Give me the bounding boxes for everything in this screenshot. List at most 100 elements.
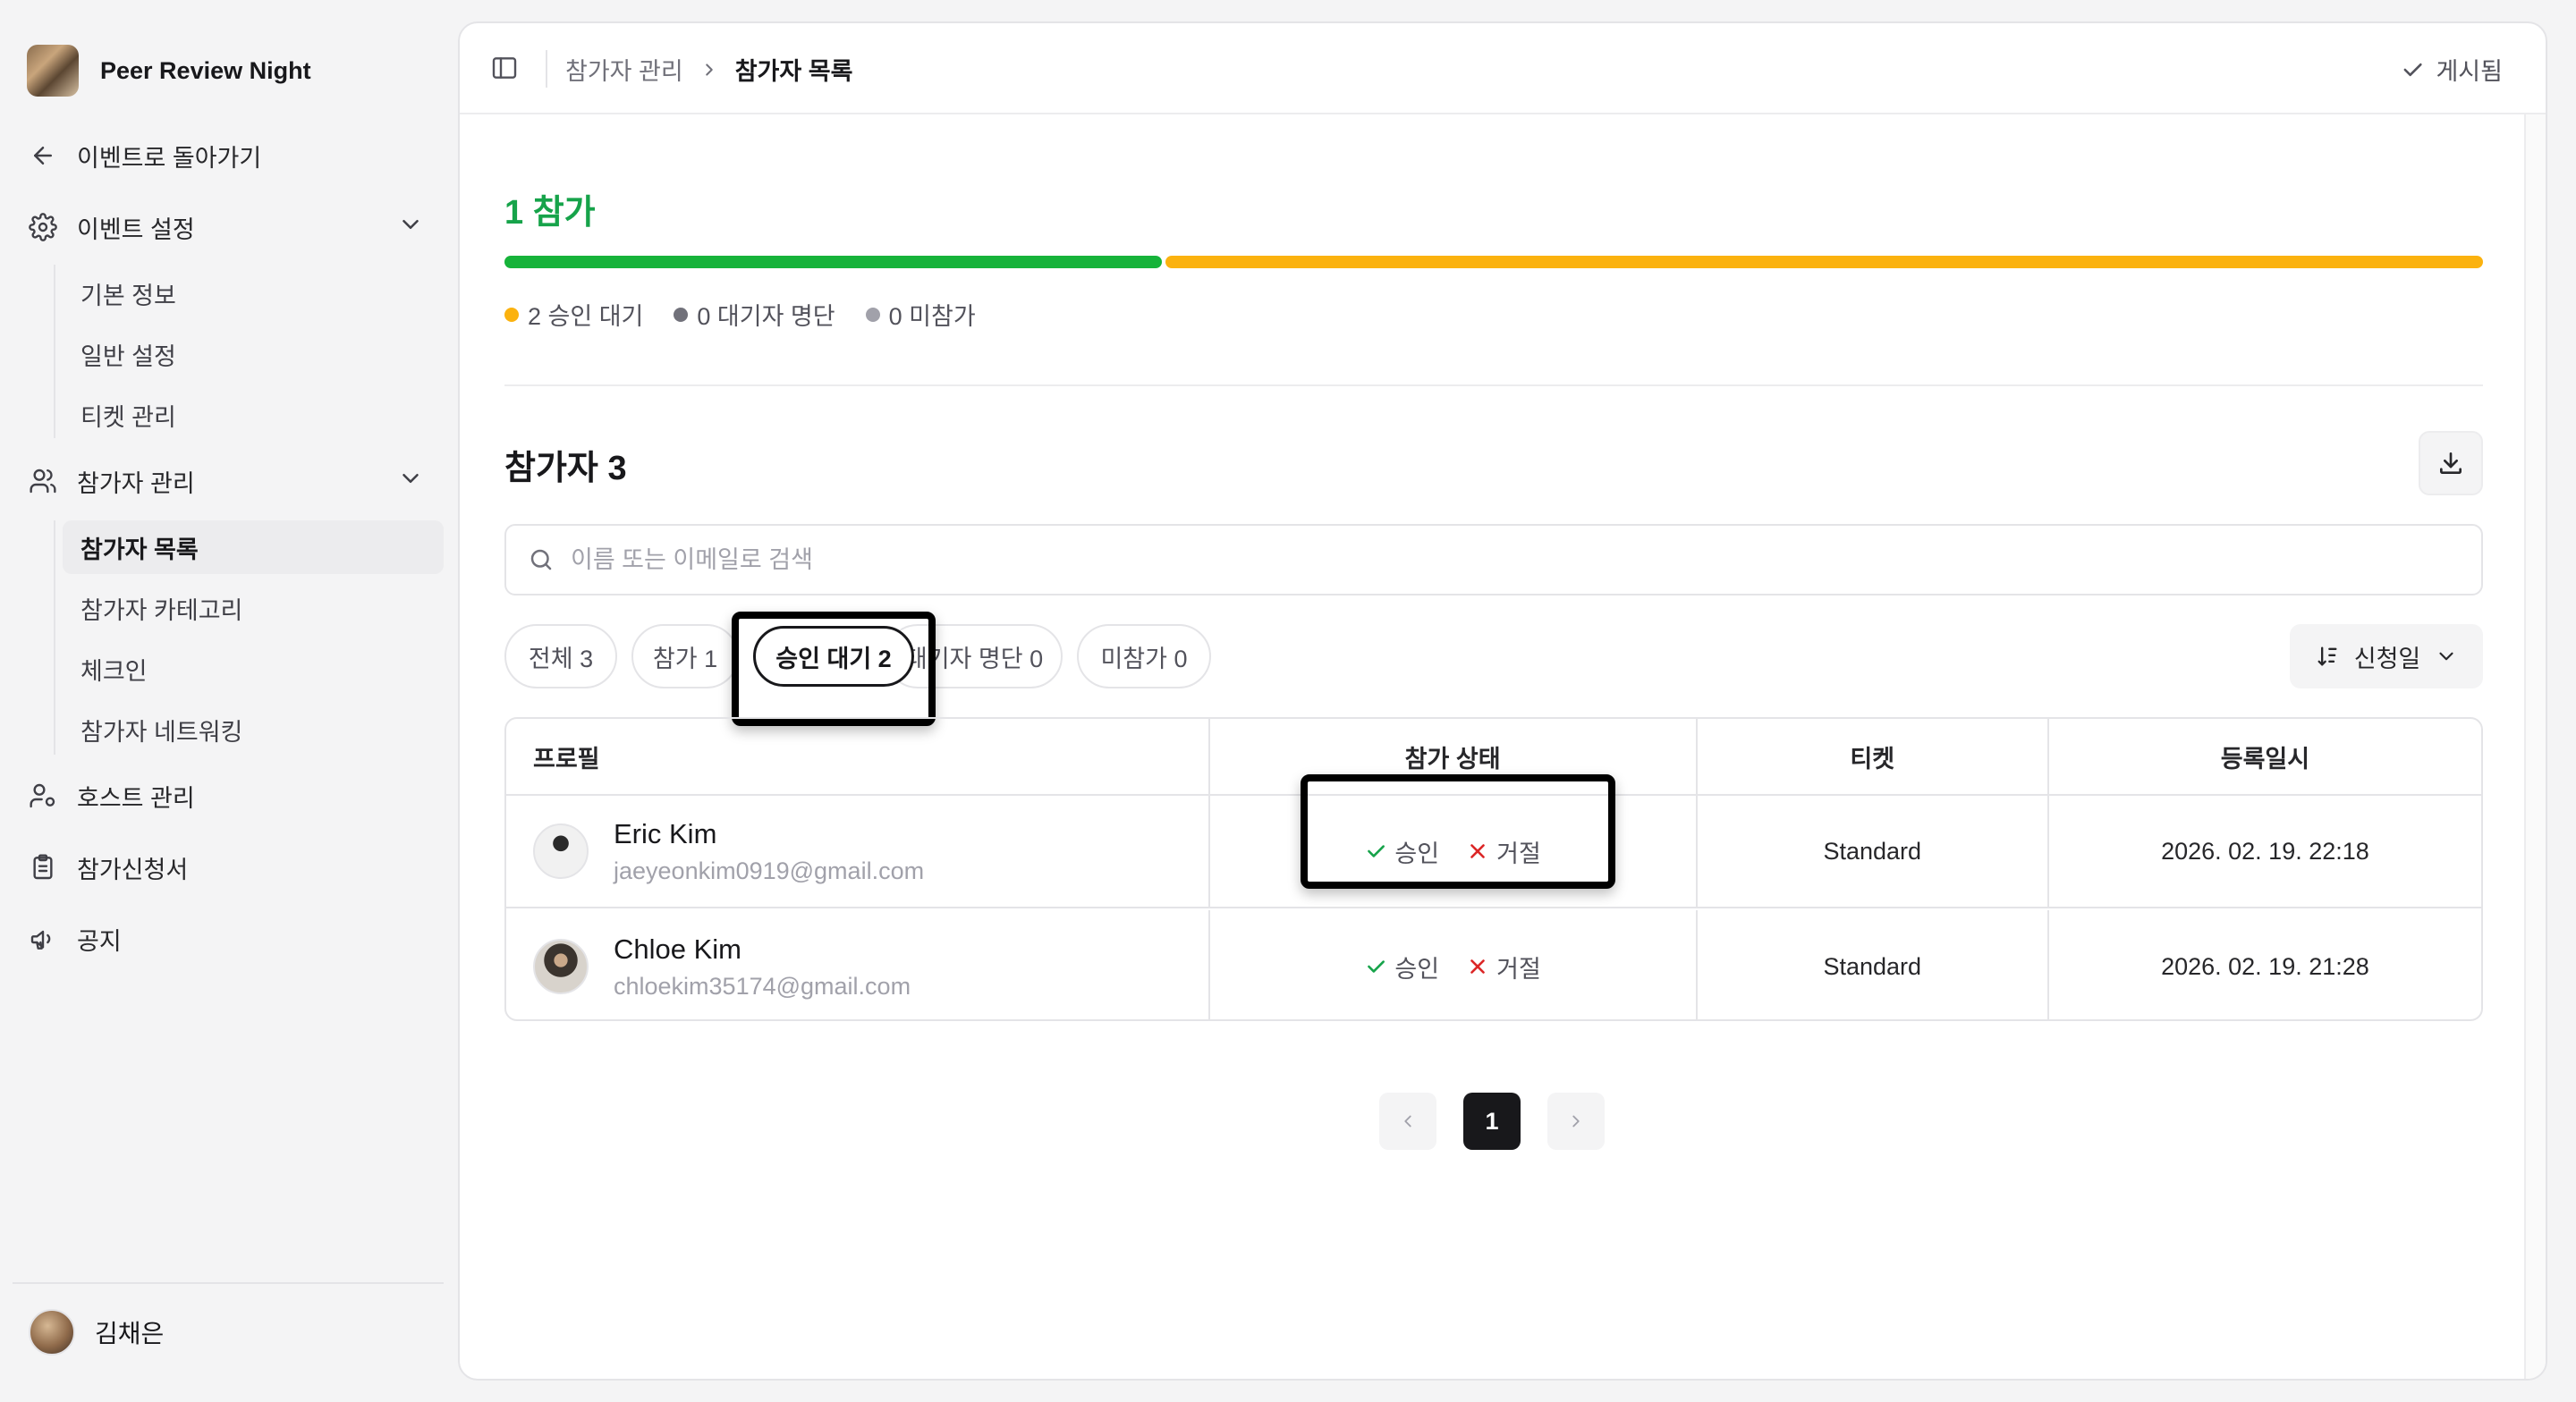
approve-label: 승인 <box>1394 955 1440 983</box>
participant-email: jaeyeonkim0919@gmail.com <box>614 857 925 884</box>
sidebar-item-participant-category[interactable]: 참가자 카테고리 <box>63 581 444 635</box>
chevron-right-icon <box>1566 1111 1586 1131</box>
chevron-down-icon <box>2435 645 2458 668</box>
legend-label: 0 대기자 명단 <box>697 303 835 330</box>
sort-dropdown[interactable]: 신청일 <box>2290 624 2483 688</box>
sort-label: 신청일 <box>2353 645 2421 672</box>
sidebar-item-ticket-management[interactable]: 티켓 관리 <box>63 388 444 442</box>
notice-label: 공지 <box>77 927 122 955</box>
sidebar-item-check-in[interactable]: 체크인 <box>63 642 444 696</box>
user-cog-icon <box>27 780 59 812</box>
avatar <box>29 1309 75 1356</box>
next-page-button[interactable] <box>1547 1093 1605 1150</box>
topbar-separator <box>546 50 547 88</box>
user-name: 김채은 <box>95 1320 165 1347</box>
sidebar: Peer Review Night 이벤트로 돌아가기 이벤트 설정 기본 정보… <box>0 0 454 1402</box>
filter-chip-all[interactable]: 전체 3 <box>504 624 617 688</box>
search-icon <box>528 546 555 573</box>
event-name: Peer Review Night <box>100 56 311 84</box>
legend-dot <box>865 307 880 322</box>
approve-button[interactable]: 승인 <box>1364 950 1439 984</box>
filter-chip-pending[interactable]: 승인 대기 2 <box>753 626 914 687</box>
check-icon <box>1364 955 1387 978</box>
participants-label: 참가자 관리 <box>77 469 195 497</box>
sidebar-item-participant-list[interactable]: 참가자 목록 <box>63 520 444 574</box>
profile-cell: Eric Kim jaeyeonkim0919@gmail.com <box>506 796 1210 907</box>
ticket-cell: Standard <box>1698 910 2049 1019</box>
submenu-guide-line <box>54 520 55 755</box>
highlight-box <box>1301 774 1615 889</box>
legend-label: 2 승인 대기 <box>528 303 644 330</box>
table-row[interactable]: Chloe Kim chloekim35174@gmail.com 승인 거절 … <box>506 910 2481 1019</box>
submenu-guide-line <box>54 265 55 438</box>
user-menu[interactable]: 김채은 <box>29 1309 164 1356</box>
event-settings-label: 이벤트 설정 <box>77 215 195 243</box>
chevron-down-icon <box>397 465 424 492</box>
brand[interactable]: Peer Review Night <box>27 45 311 97</box>
profile-cell: Chloe Kim chloekim35174@gmail.com <box>506 910 1210 1019</box>
application-form-label: 참가신청서 <box>77 856 189 883</box>
column-header-profile: 프로필 <box>506 719 1210 794</box>
publish-status[interactable]: 게시됨 <box>2400 52 2503 87</box>
breadcrumb-parent[interactable]: 참가자 관리 <box>565 52 683 87</box>
filter-chip-attend[interactable]: 참가 1 <box>631 624 739 688</box>
clipboard-icon <box>27 851 59 883</box>
sidebar-group-event-settings[interactable]: 이벤트 설정 <box>27 202 447 252</box>
reject-button[interactable]: 거절 <box>1466 950 1541 984</box>
publish-status-label: 게시됨 <box>2436 58 2503 85</box>
avatar <box>533 823 589 879</box>
breadcrumb: 참가자 관리 참가자 목록 <box>565 52 852 87</box>
download-button[interactable] <box>2419 431 2483 495</box>
chevron-down-icon <box>397 211 424 238</box>
download-icon <box>2436 449 2465 477</box>
section-divider <box>504 384 2483 386</box>
participant-name: Eric Kim <box>614 817 717 849</box>
chevron-left-icon <box>1398 1111 1418 1131</box>
sidebar-toggle-icon[interactable] <box>490 54 519 82</box>
column-header-ticket: 티켓 <box>1698 719 2049 794</box>
previous-page-button[interactable] <box>1379 1093 1436 1150</box>
megaphone-icon <box>27 923 59 955</box>
x-icon <box>1466 955 1489 978</box>
main-panel: 참가자 관리 참가자 목록 게시됨 1 참가 2 승인 대기 0 대기자 명단 0 … <box>458 21 2547 1381</box>
sidebar-item-basic-info[interactable]: 기본 정보 <box>63 266 444 320</box>
avatar <box>533 939 589 994</box>
column-header-registered: 등록일시 <box>2220 745 2310 773</box>
sidebar-item-networking[interactable]: 참가자 네트워킹 <box>63 703 444 756</box>
search-input[interactable] <box>571 545 2360 574</box>
pagination: 1 <box>1379 1093 1605 1150</box>
status-filter-tabs: 전체 3 참가 1 대기자 명단 0 미참가 0 승인 대기 2 <box>504 612 1399 726</box>
status-cell: 승인 거절 <box>1210 910 1698 1019</box>
legend-item: 0 대기자 명단 <box>674 297 835 332</box>
sidebar-divider <box>13 1282 444 1284</box>
ticket-cell: Standard <box>1698 796 2049 907</box>
users-icon <box>27 465 59 497</box>
search-field[interactable] <box>504 524 2483 595</box>
sidebar-item-notice[interactable]: 공지 <box>27 914 122 964</box>
page-button-current[interactable]: 1 <box>1463 1093 1521 1150</box>
legend-item: 0 미참가 <box>865 297 976 332</box>
participant-name: Chloe Kim <box>614 933 741 965</box>
status-progress-bar <box>504 256 2483 268</box>
gear-icon <box>27 211 59 243</box>
progress-segment-pending <box>1165 256 2483 268</box>
sidebar-item-general-settings[interactable]: 일반 설정 <box>63 327 444 381</box>
arrow-left-icon <box>27 139 59 172</box>
sort-icon <box>2315 644 2340 669</box>
reject-label: 거절 <box>1496 955 1541 983</box>
attend-summary-title: 1 참가 <box>504 194 596 232</box>
breadcrumb-current: 참가자 목록 <box>734 58 853 85</box>
participant-email: chloekim35174@gmail.com <box>614 972 911 1000</box>
check-icon <box>2400 57 2425 82</box>
back-to-event-label: 이벤트로 돌아가기 <box>77 144 262 172</box>
registered-cell: 2026. 02. 19. 22:18 <box>2161 837 2369 865</box>
legend-label: 0 미참가 <box>888 303 976 330</box>
sidebar-group-participants[interactable]: 참가자 관리 <box>27 456 447 506</box>
sidebar-item-application-form[interactable]: 참가신청서 <box>27 842 188 892</box>
filter-chip-not-attending[interactable]: 미참가 0 <box>1077 624 1211 688</box>
sidebar-item-host-management[interactable]: 호스트 관리 <box>27 771 195 821</box>
event-logo <box>27 45 79 97</box>
host-management-label: 호스트 관리 <box>77 784 195 812</box>
scrollbar[interactable] <box>2524 114 2546 1379</box>
back-to-event-link[interactable]: 이벤트로 돌아가기 <box>27 131 261 181</box>
